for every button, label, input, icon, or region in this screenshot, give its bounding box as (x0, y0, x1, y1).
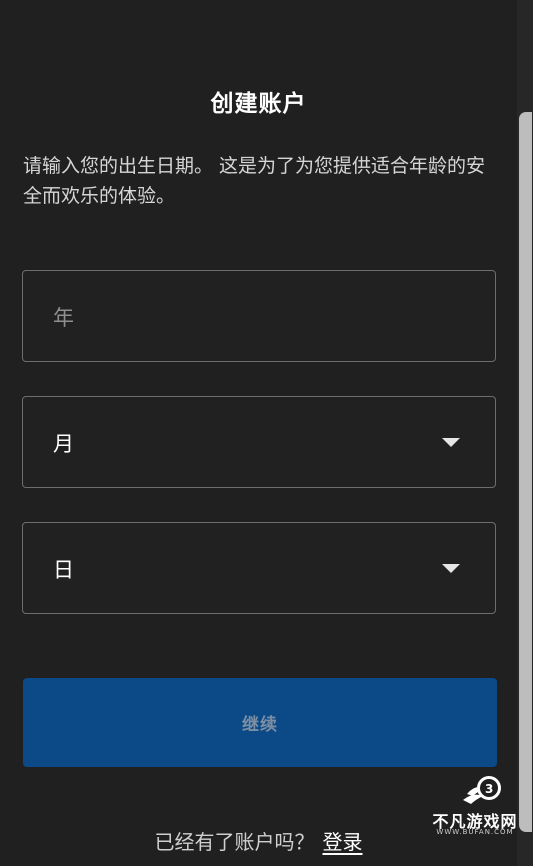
continue-button[interactable]: 继续 (23, 678, 497, 767)
month-select[interactable]: 月 (22, 396, 496, 488)
svg-text:3: 3 (485, 782, 493, 796)
year-input[interactable]: 年 (22, 270, 496, 362)
year-placeholder: 年 (53, 306, 74, 330)
scrollbar-thumb[interactable] (519, 112, 532, 832)
caret-down-icon (442, 564, 460, 573)
watermark-logo: 3 不凡游戏网 WWW.BUFAN.COM (425, 770, 525, 836)
caret-down-icon (442, 438, 460, 447)
login-link[interactable]: 登录 (323, 830, 363, 854)
watermark-icon: 3 (463, 776, 501, 804)
day-value: 日 (53, 558, 74, 582)
intro-text: 请输入您的出生日期。 这是为了为您提供适合年龄的安全而欢乐的体验。 (23, 155, 486, 207)
account-prompt: 已经有了账户吗？ (154, 830, 315, 854)
month-value: 月 (53, 432, 74, 456)
scrollbar-track[interactable] (517, 0, 533, 866)
watermark-url: WWW.BUFAN.COM (436, 828, 514, 836)
page-title: 创建账户 (210, 91, 307, 117)
day-select[interactable]: 日 (22, 522, 496, 614)
